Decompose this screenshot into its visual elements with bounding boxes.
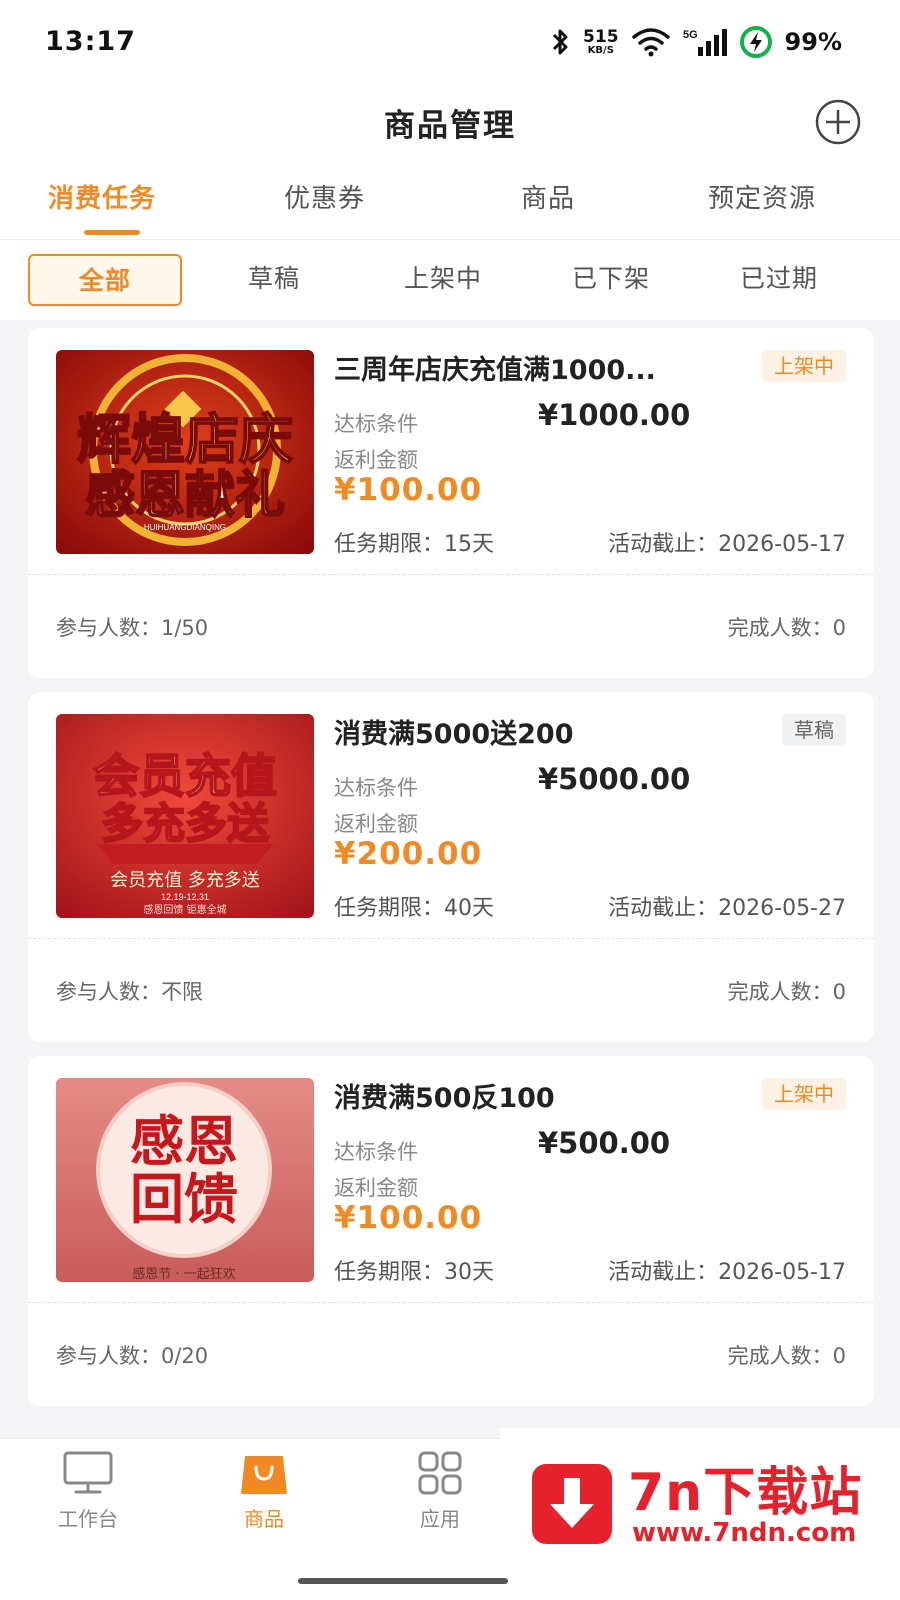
add-button[interactable] <box>814 98 862 146</box>
condition-label: 达标条件 <box>334 776 418 800</box>
rebate-value: ¥200.00 <box>334 836 483 872</box>
card-divider <box>28 1302 874 1303</box>
card-divider <box>28 938 874 939</box>
status-badge: 上架中 <box>762 1078 846 1110</box>
battery-charging-icon <box>739 26 772 58</box>
condition-value: ¥500.00 <box>538 1126 671 1160</box>
rebate-label: 返利金额 <box>334 1176 418 1200</box>
filter-all[interactable]: 全部 <box>28 254 182 306</box>
site-watermark: 7n下载站 www.7ndn.com <box>500 1428 900 1600</box>
svg-text:感恩回馈 钜惠全城: 感恩回馈 钜惠全城 <box>143 903 226 916</box>
task-card[interactable]: 辉煌店庆 感恩献礼 HUIHUANGDIANQING 三周年店庆充值满1000.… <box>28 328 874 678</box>
svg-text:会员充值 多充多送: 会员充值 多充多送 <box>110 870 260 891</box>
status-bar: 13:17 515 KB/S 5G 99% <box>0 0 900 84</box>
svg-text:辉煌店庆: 辉煌店庆 <box>77 408 293 471</box>
tab-reservation-resources[interactable]: 预定资源 <box>708 178 816 215</box>
filter-expired[interactable]: 已过期 <box>724 254 834 306</box>
nav-products[interactable]: 商品 <box>204 1449 324 1532</box>
nav-workbench[interactable]: 工作台 <box>28 1449 148 1532</box>
task-period: 任务期限：40天 <box>334 896 494 921</box>
task-image: 会员充值 多充多送 会员充值 多充多送 12.19-12.31 感恩回馈 钜惠全… <box>56 714 314 918</box>
completed-count: 完成人数：0 <box>727 980 846 1004</box>
svg-text:12.19-12.31: 12.19-12.31 <box>161 892 209 902</box>
filter-bar: 全部 草稿 上架中 已下架 已过期 <box>0 240 900 320</box>
app-header: 商品管理 <box>0 84 900 160</box>
card-divider <box>28 574 874 575</box>
status-badge: 上架中 <box>762 350 846 382</box>
filter-off-shelf[interactable]: 已下架 <box>556 254 666 306</box>
tab-products[interactable]: 商品 <box>521 178 575 215</box>
page-title: 商品管理 <box>384 108 516 144</box>
svg-text:会员充值: 会员充值 <box>93 749 277 803</box>
nav-label: 工作台 <box>58 1507 118 1531</box>
wifi-icon <box>631 28 670 57</box>
svg-text:感恩: 感恩 <box>130 1110 238 1173</box>
task-period: 任务期限：15天 <box>334 532 494 557</box>
filter-on-shelf[interactable]: 上架中 <box>388 254 498 306</box>
signal-icon: 5G <box>683 29 727 56</box>
status-badge: 草稿 <box>782 714 846 746</box>
condition-value: ¥1000.00 <box>538 398 691 432</box>
task-image: 感恩 回馈 感恩节 · 一起狂欢 <box>56 1078 314 1282</box>
task-card[interactable]: 会员充值 多充多送 会员充值 多充多送 12.19-12.31 感恩回馈 钜惠全… <box>28 692 874 1042</box>
condition-label: 达标条件 <box>334 1140 418 1164</box>
download-logo-icon <box>532 1464 612 1544</box>
svg-text:多充多送: 多充多送 <box>101 799 269 848</box>
participant-count: 参与人数：不限 <box>56 980 203 1004</box>
task-period: 任务期限：30天 <box>334 1260 494 1285</box>
rebate-label: 返利金额 <box>334 448 418 472</box>
task-title: 消费满500反100 <box>334 1083 555 1114</box>
task-title: 消费满5000送200 <box>334 719 574 750</box>
tab-consumption-tasks[interactable]: 消费任务 <box>48 178 156 215</box>
active-tab-indicator <box>84 230 140 235</box>
svg-text:回馈: 回馈 <box>130 1168 238 1231</box>
nav-apps[interactable]: 应用 <box>380 1449 500 1532</box>
watermark-url: www.7ndn.com <box>632 1518 857 1548</box>
monitor-icon <box>63 1451 113 1494</box>
shopping-bag-icon <box>241 1456 287 1494</box>
home-indicator <box>298 1578 508 1584</box>
nav-label: 应用 <box>420 1507 460 1531</box>
battery-level: 99% <box>784 28 842 56</box>
activity-deadline: 活动截止：2026-05-27 <box>608 896 846 921</box>
rebate-label: 返利金额 <box>334 812 418 836</box>
condition-value: ¥5000.00 <box>538 762 691 796</box>
svg-text:感恩献礼: 感恩献礼 <box>85 466 285 524</box>
nav-label: 商品 <box>244 1507 284 1531</box>
svg-text:感恩节 · 一起狂欢: 感恩节 · 一起狂欢 <box>132 1266 235 1282</box>
rebate-value: ¥100.00 <box>334 472 483 508</box>
condition-label: 达标条件 <box>334 412 418 436</box>
participant-count: 参与人数：1/50 <box>56 616 209 640</box>
svg-text:5G: 5G <box>683 29 698 41</box>
activity-deadline: 活动截止：2026-05-17 <box>608 532 846 557</box>
main-tabs: 消费任务 优惠券 商品 预定资源 <box>0 160 900 240</box>
status-time: 13:17 <box>45 26 136 57</box>
task-card[interactable]: 感恩 回馈 感恩节 · 一起狂欢 消费满500反100 上架中 达标条件 ¥50… <box>28 1056 874 1406</box>
completed-count: 完成人数：0 <box>727 616 846 640</box>
grid-icon <box>418 1451 462 1495</box>
tab-coupons[interactable]: 优惠券 <box>284 178 365 215</box>
task-image: 辉煌店庆 感恩献礼 HUIHUANGDIANQING <box>56 350 314 554</box>
rebate-value: ¥100.00 <box>334 1200 483 1236</box>
svg-text:HUIHUANGDIANQING: HUIHUANGDIANQING <box>144 523 226 532</box>
net-speed: 515 KB/S <box>583 26 619 56</box>
watermark-title: 7n下载站 <box>628 1463 863 1523</box>
task-title: 三周年店庆充值满1000... <box>334 355 656 386</box>
bluetooth-icon <box>552 29 568 55</box>
participant-count: 参与人数：0/20 <box>56 1344 209 1368</box>
completed-count: 完成人数：0 <box>727 1344 846 1368</box>
filter-draft[interactable]: 草稿 <box>224 254 324 306</box>
activity-deadline: 活动截止：2026-05-17 <box>608 1260 846 1285</box>
status-icons: 515 KB/S 5G 99% <box>549 24 842 60</box>
